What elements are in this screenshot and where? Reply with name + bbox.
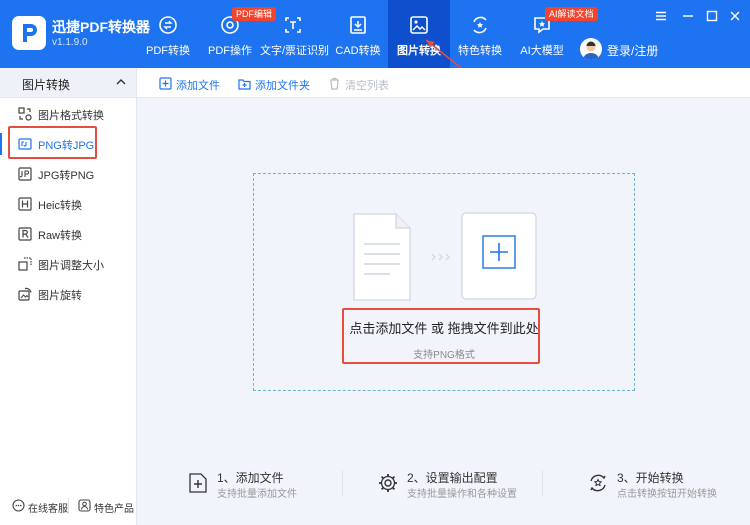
document-icon <box>353 213 411 301</box>
nav-pdf-convert[interactable]: PDF转换 <box>138 0 198 68</box>
drop-illustration <box>353 212 537 301</box>
png-to-jpg-icon <box>18 138 32 150</box>
sidebar-item-raw[interactable]: Raw转换 <box>0 219 136 249</box>
footer-divider <box>68 498 69 514</box>
ocr-icon <box>285 17 301 33</box>
special-convert-icon <box>473 16 487 34</box>
nav-cad[interactable]: CAD转换 <box>330 0 386 68</box>
step-divider <box>342 470 343 496</box>
chevron-up-icon <box>116 79 126 85</box>
sidebar-item-rotate[interactable]: 图片旋转 <box>0 279 136 309</box>
app-version: v1.1.9.0 <box>52 37 88 48</box>
sidebar-title: 图片转换 <box>22 78 71 92</box>
nav-ocr[interactable]: 文字/票证识别 <box>260 0 329 68</box>
toolbar: 添加文件 添加文件夹 清空列表 <box>137 68 750 98</box>
drop-zone-subtext: 支持PNG格式 <box>413 350 475 361</box>
file-drop-zone[interactable]: 点击添加文件 或 拖拽文件到此处 支持PNG格式 <box>253 173 635 391</box>
sidebar-item-format-convert[interactable]: 图片格式转换 <box>0 99 136 129</box>
convert-step-icon <box>590 474 606 492</box>
heic-icon <box>18 197 32 211</box>
sidebar-item-jpg-to-png[interactable]: JPG转PNG <box>0 159 136 189</box>
menu-icon[interactable] <box>654 9 668 23</box>
login-label: 登录/注册 <box>607 44 659 58</box>
settings-icon <box>379 474 397 492</box>
add-folder-icon <box>238 79 251 90</box>
maximize-icon[interactable] <box>705 9 719 23</box>
add-box-icon <box>461 212 537 300</box>
products-icon <box>78 499 91 512</box>
resize-icon <box>18 257 32 271</box>
arrows-icon <box>431 253 450 261</box>
minimize-icon[interactable] <box>681 9 695 23</box>
ai-badge: AI解读文档 <box>545 7 598 21</box>
rotate-icon <box>18 287 32 301</box>
cad-icon <box>350 16 366 34</box>
app-logo-icon <box>12 16 46 50</box>
sidebar-header[interactable]: 图片转换 <box>0 68 136 98</box>
trash-icon <box>330 77 339 90</box>
app-name: 迅捷PDF转换器 <box>52 19 150 35</box>
sidebar-item-heic[interactable]: Heic转换 <box>0 189 136 219</box>
step-divider <box>542 470 543 496</box>
image-convert-icon <box>410 16 428 34</box>
add-file-icon <box>159 77 172 90</box>
sidebar-item-png-to-jpg[interactable]: PNG转JPG <box>0 129 136 159</box>
sidebar-item-resize[interactable]: 图片调整大小 <box>0 249 136 279</box>
jpg-to-png-icon <box>18 167 32 181</box>
raw-icon <box>18 227 32 241</box>
add-file-step-icon <box>189 473 207 493</box>
close-icon[interactable] <box>728 9 742 23</box>
main-panel: 添加文件 添加文件夹 清空列表 点击添加文件 或 拖拽文件到此处 支持PNG格式… <box>137 68 750 525</box>
avatar-icon <box>580 38 602 60</box>
customer-service-icon <box>12 499 25 512</box>
sidebar: 图片转换 图片格式转换 PNG转JPG JPG转PNG Heic转换 Raw转换… <box>0 68 137 525</box>
pdf-convert-icon <box>159 16 177 34</box>
drop-zone-text: 点击添加文件 或 拖拽文件到此处 <box>349 321 539 336</box>
format-convert-icon <box>18 107 32 121</box>
app-header: 迅捷PDF转换器 v1.1.9.0 PDF转换 PDF操作 PDF编辑 文字/票… <box>0 0 750 68</box>
